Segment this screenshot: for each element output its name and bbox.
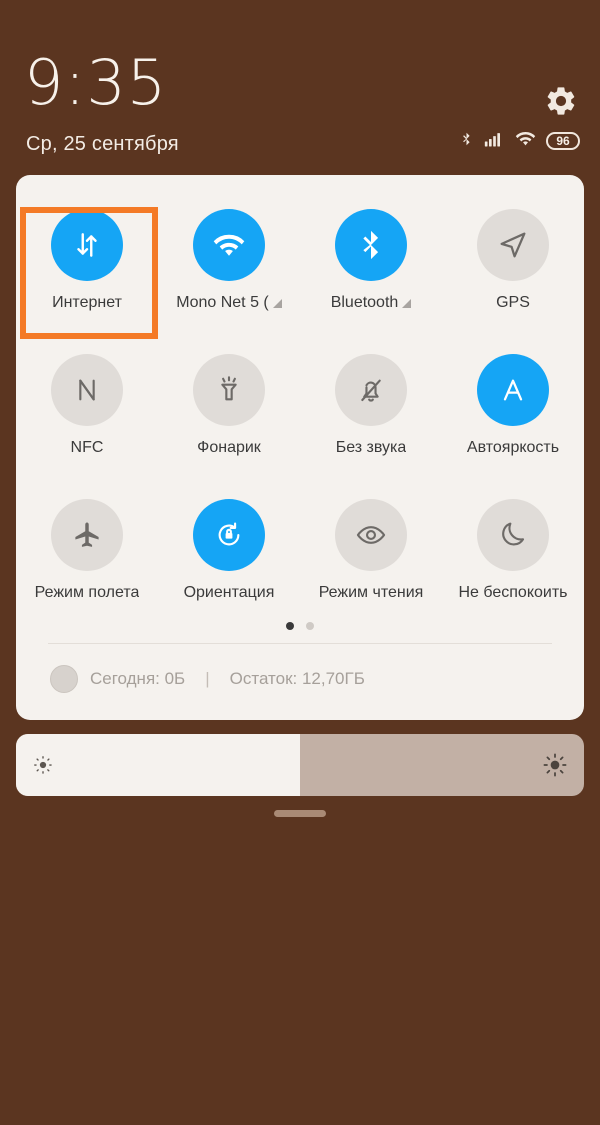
eye-icon (335, 499, 407, 571)
tile-label: Без звука (335, 439, 407, 456)
moon-icon (477, 499, 549, 571)
clock-date: Ср, 25 сентября (26, 133, 179, 155)
tile-label-row: Режим полета (35, 584, 140, 602)
battery-level-text: 96 (556, 134, 570, 148)
wifi-icon (514, 129, 537, 153)
data-usage-separator: | (205, 669, 210, 688)
data-usage-today: Сегодня: 0Б (90, 669, 186, 688)
page-dot-1[interactable] (286, 622, 294, 630)
tile-label: Интернет (52, 294, 122, 311)
tile-label: Не беспокоить (458, 584, 568, 601)
tile-nfc[interactable]: NFC (16, 338, 158, 483)
data-usage-icon (50, 665, 78, 693)
tile-flashlight[interactable]: Фонарик (158, 338, 300, 483)
tile-label: Bluetooth (330, 294, 399, 311)
airplane-icon (51, 499, 123, 571)
location-arrow-icon (477, 209, 549, 281)
gear-icon[interactable] (544, 84, 578, 118)
nfc-icon (51, 354, 123, 426)
tile-row: NFC Фонарик Без звука Автояркость (16, 338, 584, 483)
tile-label: Автояркость (466, 439, 560, 456)
brightness-high-icon (542, 734, 568, 796)
page-dot-2[interactable] (306, 622, 314, 630)
tile-row: Режим полета Ориентация Режим чтения Не … (16, 483, 584, 628)
brightness-slider[interactable] (16, 734, 584, 796)
brightness-low-icon (32, 734, 54, 796)
flashlight-icon (193, 354, 265, 426)
data-transfer-icon (51, 209, 123, 281)
tile-label: Режим чтения (318, 584, 424, 601)
brightness-slider-fill (16, 734, 300, 796)
tile-label: Режим полета (34, 584, 140, 601)
quick-settings-grid: Интернет Mono Net 5 (Bluetooth GPS NFC … (16, 193, 584, 628)
status-icon-tray: 96 (459, 128, 580, 154)
tile-label-row: NFC (71, 439, 104, 457)
tile-bluetooth[interactable]: Bluetooth (300, 193, 442, 338)
tile-label-row: Mono Net 5 ( (176, 294, 282, 312)
tile-label-row: GPS (496, 294, 530, 312)
tile-orientation[interactable]: Ориентация (158, 483, 300, 628)
tile-do-not-disturb[interactable]: Не беспокоить (442, 483, 584, 628)
tile-label: GPS (496, 294, 530, 311)
clock-time: 9:35 (24, 46, 168, 119)
rotation-lock-icon (193, 499, 265, 571)
tile-label-row: Без звука (336, 439, 407, 457)
tile-airplane-mode[interactable]: Режим полета (16, 483, 158, 628)
tile-internet[interactable]: Интернет (16, 193, 158, 339)
data-usage-remaining: Остаток: 12,70ГБ (229, 669, 365, 688)
data-usage-row[interactable]: Сегодня: 0Б | Остаток: 12,70ГБ (50, 659, 550, 699)
bell-muted-icon (335, 354, 407, 426)
tile-label-row: Интернет (52, 294, 122, 312)
divider (48, 643, 552, 644)
tile-label: Mono Net 5 ( (176, 294, 269, 311)
tile-reading-mode[interactable]: Режим чтения (300, 483, 442, 628)
tile-label-row: Ориентация (184, 584, 275, 602)
chevron-expand-icon[interactable] (272, 298, 282, 308)
tile-label-row: Автояркость (467, 439, 559, 457)
tile-label-row: Режим чтения (319, 584, 424, 602)
tile-label-row: Bluetooth (331, 294, 412, 312)
tile-gps[interactable]: GPS (442, 193, 584, 338)
tile-label: Фонарик (197, 439, 261, 456)
status-header: 9:35 Ср, 25 сентября 96 (0, 0, 600, 175)
chevron-expand-icon[interactable] (402, 298, 412, 308)
tile-label-row: Фонарик (197, 439, 261, 457)
tile-label-row: Не беспокоить (458, 584, 567, 602)
battery-indicator: 96 (546, 132, 580, 150)
bluetooth-icon (335, 209, 407, 281)
quick-settings-panel: Интернет Mono Net 5 (Bluetooth GPS NFC … (16, 175, 584, 720)
wifi-icon (193, 209, 265, 281)
page-indicator (16, 622, 584, 630)
tile-auto-brightness[interactable]: Автояркость (442, 338, 584, 483)
tile-row: Интернет Mono Net 5 (Bluetooth GPS (16, 193, 584, 339)
signal-bars-icon (483, 129, 505, 154)
drag-handle[interactable] (274, 810, 326, 817)
tile-label: NFC (70, 439, 104, 456)
auto-brightness-icon (477, 354, 549, 426)
gear-icon-glyph (547, 87, 575, 115)
tile-label: Ориентация (183, 584, 275, 601)
bluetooth-icon (459, 128, 474, 155)
tile-wifi[interactable]: Mono Net 5 ( (158, 193, 300, 338)
tile-silent[interactable]: Без звука (300, 338, 442, 483)
